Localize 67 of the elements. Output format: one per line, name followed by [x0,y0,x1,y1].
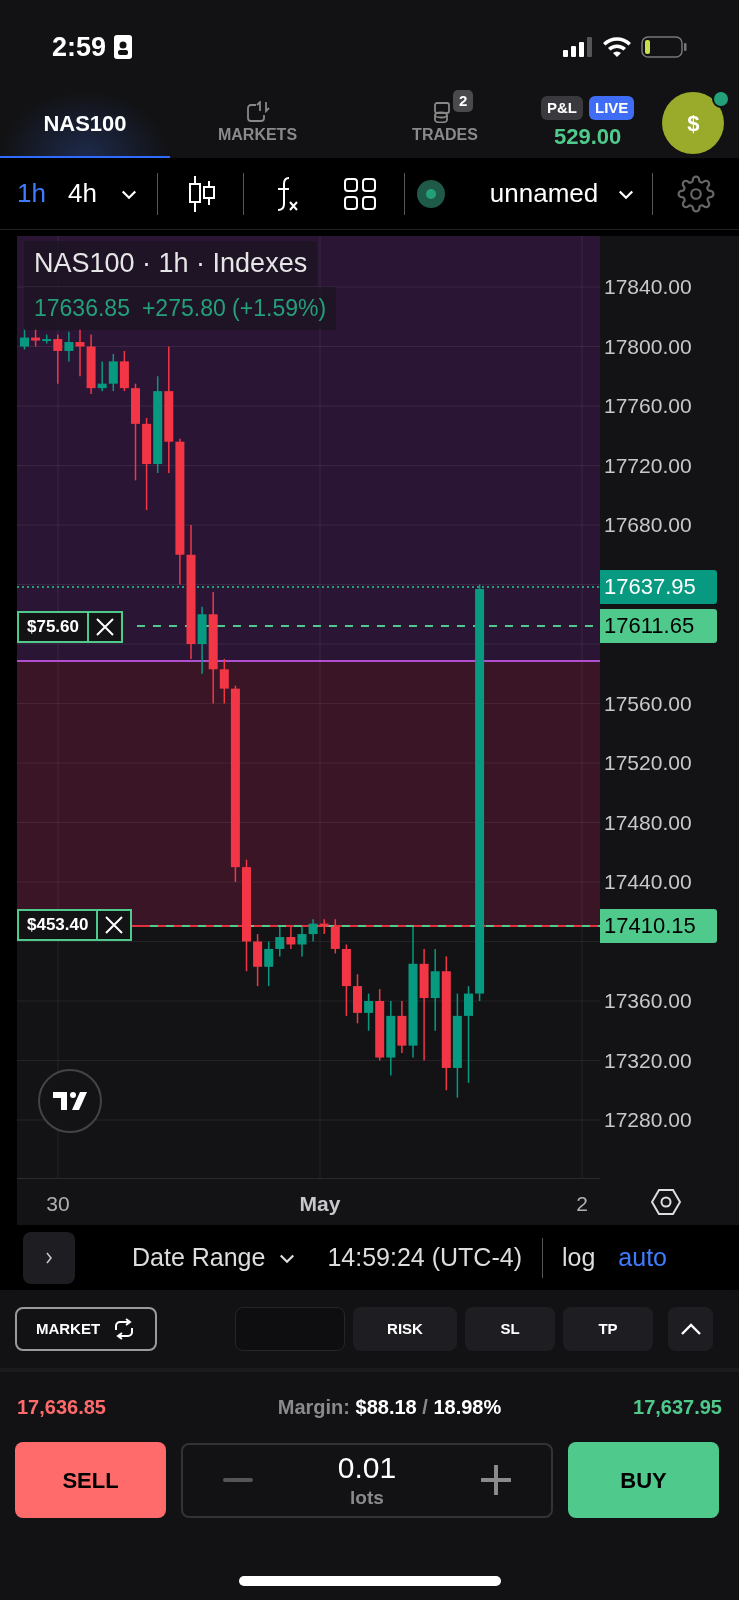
price-tick: 17760.00 [604,393,692,419]
collapse-button[interactable] [668,1307,713,1351]
price-tag: 17637.95 [600,570,717,604]
price-tick: 17480.00 [604,809,692,836]
time-tick: 30 [46,1191,70,1217]
amount-field[interactable] [235,1307,345,1351]
order-type-button[interactable]: MARKET [15,1307,157,1351]
price-tick: 17360.00 [604,988,692,1014]
settings-icon[interactable] [677,174,716,213]
count-badge: 2 [453,90,474,112]
candlestick-icon[interactable] [187,174,216,213]
pnl-value: 529.00 [554,122,622,151]
date-range-dropdown[interactable]: Date Range [132,1238,298,1277]
interval-tab[interactable]: 4h [67,174,97,213]
lot-stepper[interactable]: 0.01 lots [181,1442,553,1518]
buy-button[interactable]: BUY [568,1442,719,1518]
plus-icon[interactable] [481,1465,511,1495]
chevron-up-icon [680,1323,701,1335]
nav-tab[interactable]: 2 TRADES [355,90,535,158]
id-card-icon [114,35,133,59]
sell-button[interactable]: SELL [15,1442,166,1518]
hexagon-settings-icon[interactable] [650,1187,681,1216]
live-badge: LIVE [589,95,635,120]
scale-toggle[interactable]: auto [618,1238,667,1277]
chart-title: NAS100 · 1h · Indexes [24,241,318,286]
record-icon[interactable] [416,179,445,208]
interval-tab[interactable]: 1h [17,174,46,213]
price-tag: 17410.15 [600,909,717,943]
price-tick: 17720.00 [604,452,692,479]
price-tick: 17280.00 [604,1107,692,1133]
battery-icon [641,36,687,58]
order-option-tab[interactable]: TP [563,1307,653,1351]
close-icon [105,916,124,934]
last-price: 17636.85 [34,294,130,323]
price-tick: 17520.00 [604,750,692,776]
order-pnl: $453.40 [26,914,90,936]
time-tick: 2 [576,1191,588,1217]
signal-icon [563,37,593,57]
close-icon [96,618,114,636]
nav-tab[interactable]: MARKETS [170,90,345,158]
pnl-badge: P&L [541,95,583,120]
price-tag: 17611.65 [600,609,717,643]
price-tick: 17800.00 [604,333,692,360]
margin-info: Margin: $88.18 / 18.98% [277,1395,502,1420]
price-tick: 17440.00 [604,869,692,895]
wifi-icon [603,37,631,57]
price-tick: 17320.00 [604,1047,692,1074]
lot-quantity: 0.01 [337,1450,397,1486]
logo-icon [53,1092,87,1110]
chevron-right-icon [45,1250,53,1265]
ask-price: 17,637.95 [633,1395,722,1420]
bid-price: 17,636.85 [17,1395,106,1420]
price-change: +275.80 (+1.59%) [141,294,327,323]
time-tick: May [299,1191,341,1217]
price-tick: 17560.00 [604,690,692,717]
clock-timezone: 14:59:24 (UTC-4) [327,1241,522,1273]
order-option-tab[interactable]: SL [465,1307,555,1351]
scale-toggle[interactable]: log [561,1238,596,1277]
transfer-icon [245,101,270,123]
order-option-tab[interactable]: RISK [353,1307,457,1351]
clock-time: 2:59 [52,30,107,64]
lot-unit: lots [350,1486,384,1510]
order-pnl: $75.60 [26,616,80,638]
price-tick: 17840.00 [604,274,692,300]
layout-dropdown[interactable]: unnamed [489,174,637,213]
layout-grid-icon[interactable] [343,177,376,210]
price-tick: 17680.00 [604,512,692,538]
